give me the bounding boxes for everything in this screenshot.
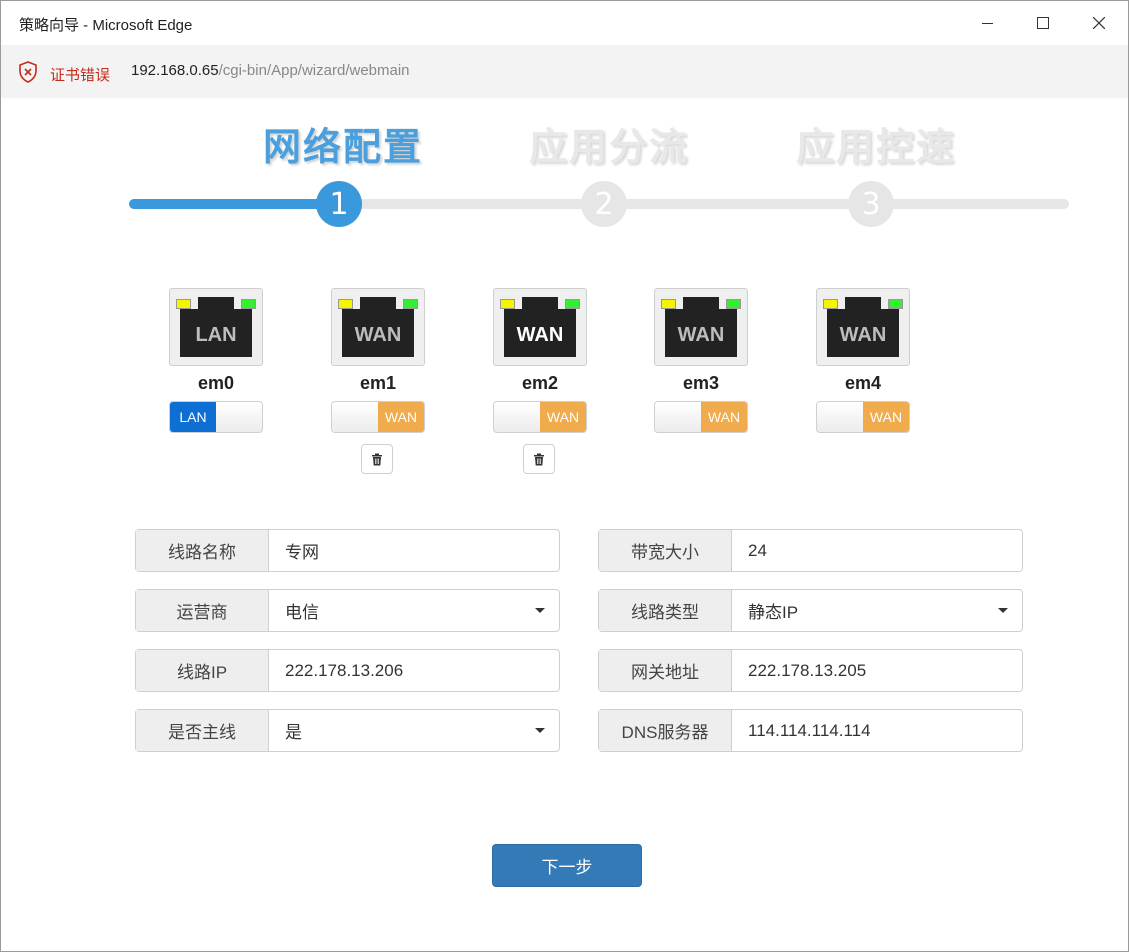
- port-jack-label: WAN: [354, 324, 402, 346]
- next-step-button[interactable]: 下一步: [492, 844, 642, 887]
- port-mode-toggle[interactable]: WAN: [654, 401, 748, 433]
- isp-label: 运营商: [136, 590, 269, 631]
- line-name-input[interactable]: 专网: [269, 530, 559, 571]
- toggle-knob: [817, 402, 863, 432]
- line-type-field: 线路类型 静态IP: [598, 589, 1023, 632]
- isp-select[interactable]: 电信: [269, 590, 559, 631]
- gateway-input[interactable]: 222.178.13.205: [732, 650, 1022, 691]
- bandwidth-field: 带宽大小 24: [598, 529, 1023, 572]
- dns-input[interactable]: 114.114.114.114: [732, 710, 1022, 751]
- port-name: em3: [682, 373, 720, 393]
- port-em0: LAN em0 LAN: [169, 288, 263, 433]
- dns-field: DNS服务器 114.114.114.114: [598, 709, 1023, 752]
- line-type-select[interactable]: 静态IP: [732, 590, 1022, 631]
- wizard-content: 网络配置 应用分流 应用控速 1 2 3 LAN em0 LAN WAN em1…: [1, 98, 1128, 951]
- toggle-wan-label: WAN: [378, 402, 424, 432]
- port-mode-toggle[interactable]: WAN: [493, 401, 587, 433]
- isp-field: 运营商 电信: [135, 589, 560, 632]
- line-ip-input[interactable]: 222.178.13.206: [269, 650, 559, 691]
- ethernet-port-icon: WAN: [654, 288, 748, 366]
- ethernet-port-icon: WAN: [816, 288, 910, 366]
- is-main-line-selected-value: 是: [285, 723, 302, 742]
- url-field[interactable]: 192.168.0.65/cgi-bin/App/wizard/webmain: [131, 62, 410, 79]
- port-name: em4: [844, 373, 882, 393]
- toggle-wan-label: WAN: [540, 402, 586, 432]
- step-indicator-1: 1: [316, 181, 362, 227]
- step-title-1: 网络配置: [263, 125, 424, 169]
- port-name: em2: [521, 373, 559, 393]
- line-ip-label: 线路IP: [136, 650, 269, 691]
- step-indicator-3: 3: [848, 181, 894, 227]
- port-name: em1: [359, 373, 397, 393]
- is-main-line-select[interactable]: 是: [269, 710, 559, 751]
- toggle-knob: [216, 402, 262, 432]
- port-em2: WAN em2 WAN: [493, 288, 587, 433]
- url-path: /cgi-bin/App/wizard/webmain: [218, 62, 410, 79]
- browser-window: 策略向导 - Microsoft Edge 证书错误 192.168.0.65/…: [0, 0, 1129, 952]
- bandwidth-label: 带宽大小: [599, 530, 732, 571]
- certificate-error-icon[interactable]: [16, 60, 40, 84]
- chevron-down-icon: [535, 728, 545, 733]
- close-icon: [1093, 17, 1105, 29]
- chevron-down-icon: [998, 608, 1008, 613]
- address-bar: 证书错误 192.168.0.65/cgi-bin/App/wizard/web…: [1, 45, 1128, 98]
- port-jack-label: WAN: [839, 324, 887, 346]
- dns-label: DNS服务器: [599, 710, 732, 751]
- line-type-selected-value: 静态IP: [748, 603, 799, 622]
- toggle-lan-label: LAN: [170, 402, 216, 432]
- port-em1: WAN em1 WAN: [331, 288, 425, 433]
- maximize-icon: [1037, 17, 1049, 29]
- minimize-icon: [981, 22, 993, 24]
- delete-port-em1-button[interactable]: [361, 444, 393, 474]
- port-jack-label: WAN: [677, 324, 725, 346]
- close-button[interactable]: [1071, 1, 1127, 45]
- title-bar: 策略向导 - Microsoft Edge: [1, 1, 1128, 45]
- step-title-3: 应用控速: [796, 125, 957, 169]
- isp-selected-value: 电信: [285, 603, 319, 622]
- port-em3: WAN em3 WAN: [654, 288, 748, 433]
- certificate-error-label[interactable]: 证书错误: [50, 64, 110, 85]
- toggle-wan-label: WAN: [863, 402, 909, 432]
- ethernet-port-icon: WAN: [331, 288, 425, 366]
- gateway-label: 网关地址: [599, 650, 732, 691]
- port-mode-toggle[interactable]: WAN: [331, 401, 425, 433]
- minimize-button[interactable]: [959, 1, 1015, 45]
- trash-icon: [372, 453, 382, 465]
- delete-port-em2-button[interactable]: [523, 444, 555, 474]
- toggle-knob: [494, 402, 540, 432]
- gateway-field: 网关地址 222.178.13.205: [598, 649, 1023, 692]
- line-name-label: 线路名称: [136, 530, 269, 571]
- chevron-down-icon: [535, 608, 545, 613]
- url-host: 192.168.0.65: [131, 62, 219, 79]
- port-name: em0: [197, 373, 235, 393]
- trash-icon: [534, 453, 544, 465]
- maximize-button[interactable]: [1015, 1, 1071, 45]
- port-jack-label: WAN: [516, 324, 564, 346]
- ethernet-port-icon: WAN: [493, 288, 587, 366]
- toggle-knob: [655, 402, 701, 432]
- step-indicator-2: 2: [581, 181, 627, 227]
- is-main-line-field: 是否主线 是: [135, 709, 560, 752]
- is-main-line-label: 是否主线: [136, 710, 269, 751]
- line-ip-field: 线路IP 222.178.13.206: [135, 649, 560, 692]
- port-em4: WAN em4 WAN: [816, 288, 910, 433]
- port-mode-toggle[interactable]: LAN: [169, 401, 263, 433]
- line-type-label: 线路类型: [599, 590, 732, 631]
- toggle-wan-label: WAN: [701, 402, 747, 432]
- port-jack-label: LAN: [195, 324, 237, 346]
- bandwidth-input[interactable]: 24: [732, 530, 1022, 571]
- line-name-field: 线路名称 专网: [135, 529, 560, 572]
- toggle-knob: [332, 402, 378, 432]
- port-mode-toggle[interactable]: WAN: [816, 401, 910, 433]
- window-title: 策略向导 - Microsoft Edge: [19, 17, 193, 34]
- ethernet-port-icon: LAN: [169, 288, 263, 366]
- step-title-2: 应用分流: [529, 125, 690, 169]
